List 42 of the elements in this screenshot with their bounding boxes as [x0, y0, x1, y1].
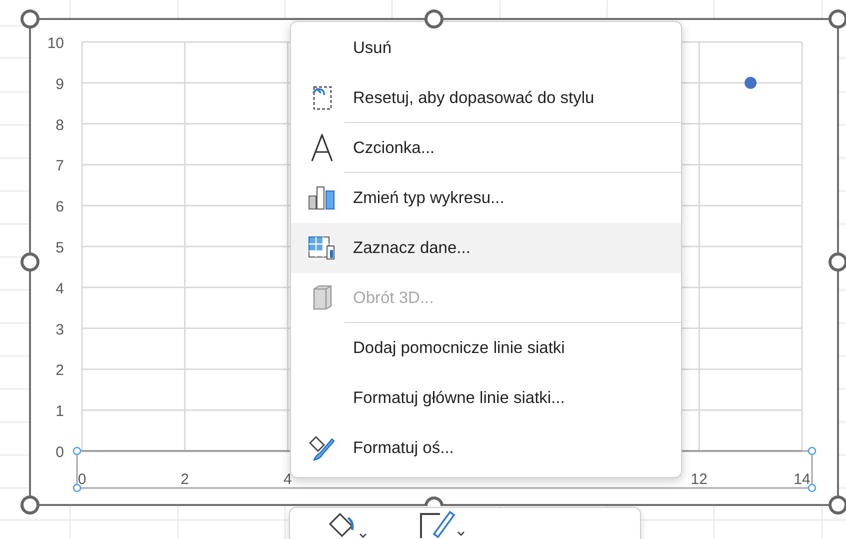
- letter-a-icon: [310, 134, 334, 162]
- menu-item[interactable]: Formatuj oś...: [291, 423, 681, 473]
- selection-handle[interactable]: [72, 484, 82, 492]
- cube-icon: [311, 285, 333, 311]
- x-axis-label: 0: [78, 471, 86, 488]
- bar-chart-icon: [308, 186, 336, 210]
- y-axis-label: 2: [56, 362, 64, 380]
- y-axis-label: 8: [56, 116, 64, 134]
- menu-item[interactable]: Dodaj pomocnicze linie siatki: [291, 323, 681, 373]
- y-axis-label: 1: [56, 403, 64, 420]
- resize-handle[interactable]: [20, 252, 40, 272]
- selection-handle[interactable]: [808, 484, 816, 492]
- y-axis-label: 10: [47, 35, 64, 52]
- selection-handle[interactable]: [808, 446, 816, 456]
- paint-brush-icon: [308, 435, 336, 461]
- resize-handle[interactable]: [424, 496, 444, 508]
- menu-item[interactable]: Formatuj główne linie siatki...: [291, 373, 681, 423]
- menu-item[interactable]: Zmień typ wykresu...: [291, 173, 681, 223]
- resize-handle[interactable]: [424, 10, 444, 28]
- resize-handle[interactable]: [828, 10, 846, 28]
- y-axis-label: 9: [56, 76, 64, 93]
- resize-handle[interactable]: [20, 496, 40, 514]
- y-axis-label: 3: [56, 321, 64, 338]
- table-chart-icon: [308, 236, 336, 260]
- menu-item[interactable]: Usuń: [291, 23, 681, 73]
- menu-item[interactable]: Czcionka...: [291, 123, 681, 173]
- x-axis-label: 12: [690, 471, 708, 488]
- y-axis-label: 4: [56, 280, 64, 298]
- y-axis-label: 7: [56, 158, 64, 175]
- resize-handle[interactable]: [20, 10, 40, 28]
- y-axis-label: 5: [56, 240, 64, 256]
- y-axis-label: 0: [56, 444, 64, 461]
- x-axis-label: 4: [284, 471, 292, 488]
- resize-handle[interactable]: [828, 496, 846, 514]
- x-axis-label: 2: [180, 471, 190, 488]
- x-axis-label: 14: [794, 471, 810, 488]
- selection-handle[interactable]: [72, 446, 82, 456]
- resize-handle[interactable]: [828, 252, 846, 272]
- y-axis-label: 6: [56, 198, 64, 216]
- menu-item[interactable]: Resetuj, aby dopasować do stylu: [291, 73, 681, 123]
- menu-item[interactable]: Zaznacz dane...: [291, 223, 681, 273]
- reset-style-icon: [311, 85, 333, 111]
